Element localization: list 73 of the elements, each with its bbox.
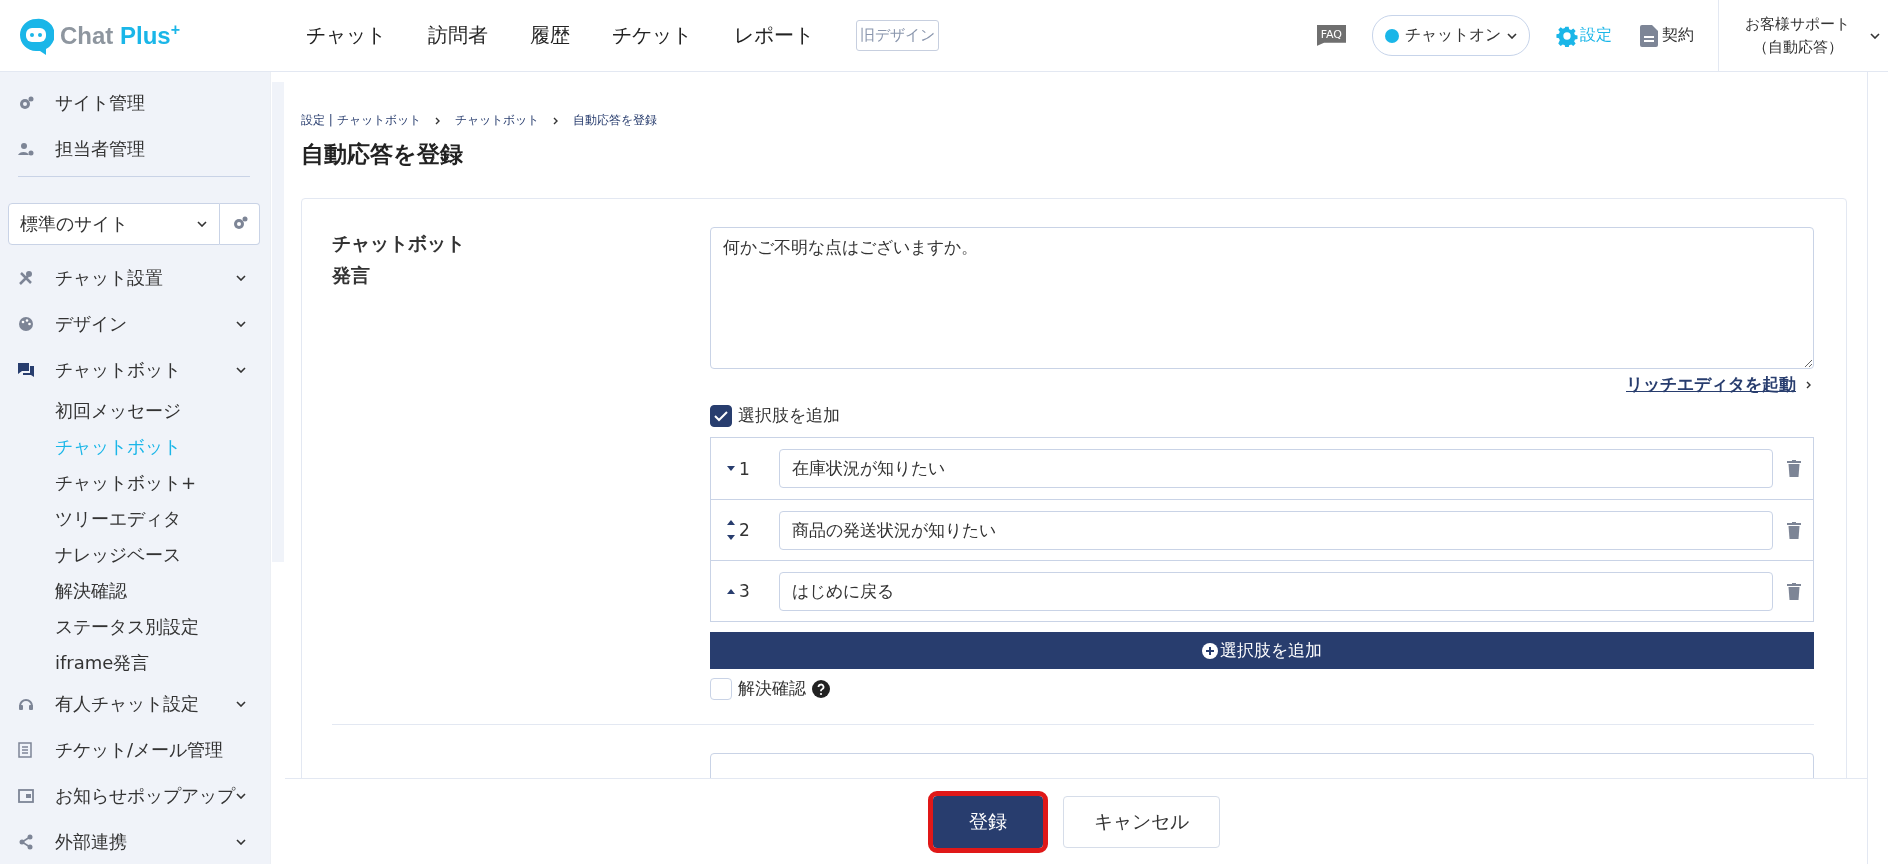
document-icon <box>1640 24 1658 47</box>
gear-icon <box>1556 24 1578 47</box>
breadcrumb-link[interactable]: 自動応答を登録 <box>572 112 657 129</box>
nav-link[interactable]: チケット <box>612 22 692 49</box>
sidebar-subitem[interactable]: 解決確認 <box>0 573 270 609</box>
check-icon <box>714 409 728 422</box>
palette-icon <box>18 316 34 332</box>
chat-bubble-logo-icon <box>18 16 54 55</box>
sidebar-subitem[interactable]: iframe発言 <box>0 645 270 681</box>
sidebar-item[interactable]: 担当者管理 <box>0 126 270 172</box>
chat-icon <box>18 362 34 378</box>
list-icon <box>18 742 32 758</box>
message-field[interactable]: 何かご不明な点はございますか。 <box>710 227 1814 369</box>
sidebar-item[interactable]: チケット/メール管理 <box>0 727 270 773</box>
nav-link[interactable]: レポート <box>734 22 814 49</box>
choice-field[interactable]: はじめに戻る <box>779 571 1773 611</box>
contract-link[interactable]: 契約 <box>1640 24 1694 47</box>
cancel-button[interactable]: キャンセル <box>1062 795 1220 848</box>
checkbox-label: 選択肢を追加 <box>738 404 840 427</box>
rich-editor-link[interactable]: リッチエディタを起動 <box>1626 373 1796 396</box>
field-label: チャットボット 発言 <box>332 231 466 289</box>
nav-link[interactable]: 履歴 <box>530 22 570 49</box>
sidebar-item[interactable]: サイト管理 <box>0 80 270 126</box>
sidebar-subitem[interactable]: ステータス別設定 <box>0 609 270 645</box>
chevron-down-icon <box>197 221 207 227</box>
choice-number: 1 <box>739 458 751 479</box>
share-icon <box>18 834 34 850</box>
trash-icon[interactable] <box>1787 582 1801 600</box>
chevron-right-icon <box>1806 380 1812 389</box>
choice-number: 2 <box>739 520 751 540</box>
sidebar-subitem[interactable]: ツリーエディタ <box>0 501 270 537</box>
add-choice-button[interactable]: 選択肢を追加 <box>710 632 1814 669</box>
gears-icon <box>231 214 248 231</box>
sidebar-item[interactable]: 有人チャット設定 <box>0 681 270 727</box>
help-icon[interactable] <box>812 679 830 698</box>
site-select[interactable]: 標準のサイト <box>8 203 220 245</box>
trash-icon[interactable] <box>1787 460 1801 477</box>
plus-circle-icon <box>1202 642 1218 659</box>
nav-link[interactable]: チャット <box>306 22 386 49</box>
chevron-right-icon <box>434 116 441 125</box>
trash-icon[interactable] <box>1787 521 1801 539</box>
logo-text: Chat Plus$^{+}$ <box>60 21 181 50</box>
faq-button[interactable]: FAQ <box>1316 25 1346 46</box>
breadcrumb-link[interactable]: 設定 | チャットボット <box>301 112 421 129</box>
user-gear-icon <box>18 141 34 157</box>
choice-field[interactable]: 在庫状況が知りたい <box>779 449 1773 488</box>
chevron-right-icon <box>552 116 559 125</box>
window-icon <box>18 789 34 803</box>
tools-icon <box>18 270 34 286</box>
choice-field[interactable]: 商品の発送状況が知りたい <box>779 510 1773 550</box>
sidebar-subitem[interactable]: チャットボット+ <box>0 465 270 501</box>
sidebar-item[interactable]: お知らせポップアップ <box>0 773 270 819</box>
sidebar-subitem[interactable]: 初回メッセージ <box>0 393 270 429</box>
page-title: 自動応答を登録 <box>301 140 464 169</box>
sidebar-item[interactable]: デザイン <box>0 301 270 347</box>
checkbox-label: 解決確認 <box>738 677 806 700</box>
nav-link[interactable]: 訪問者 <box>428 22 488 49</box>
sidebar-item[interactable]: チャット設置 <box>0 255 270 301</box>
headset-icon <box>18 696 34 712</box>
status-dropdown[interactable]: チャットオン <box>1372 15 1530 56</box>
breadcrumb-link[interactable]: チャットボット <box>454 112 539 129</box>
reorder-arrows-icon[interactable] <box>727 588 735 594</box>
reorder-arrows-icon[interactable] <box>727 520 735 540</box>
chevron-down-icon <box>1870 32 1880 39</box>
choice-number: 3 <box>739 581 751 601</box>
sidebar-item[interactable]: チャットボット <box>0 347 270 393</box>
site-settings-button[interactable] <box>220 203 260 245</box>
reorder-arrows-icon[interactable] <box>727 466 735 471</box>
sidebar-item[interactable]: 外部連携 <box>0 819 270 864</box>
gears-icon <box>18 95 34 111</box>
chevron-down-icon <box>1507 32 1517 39</box>
sidebar-subitem[interactable]: ナレッジベース <box>0 537 270 573</box>
checkbox[interactable] <box>710 404 732 427</box>
